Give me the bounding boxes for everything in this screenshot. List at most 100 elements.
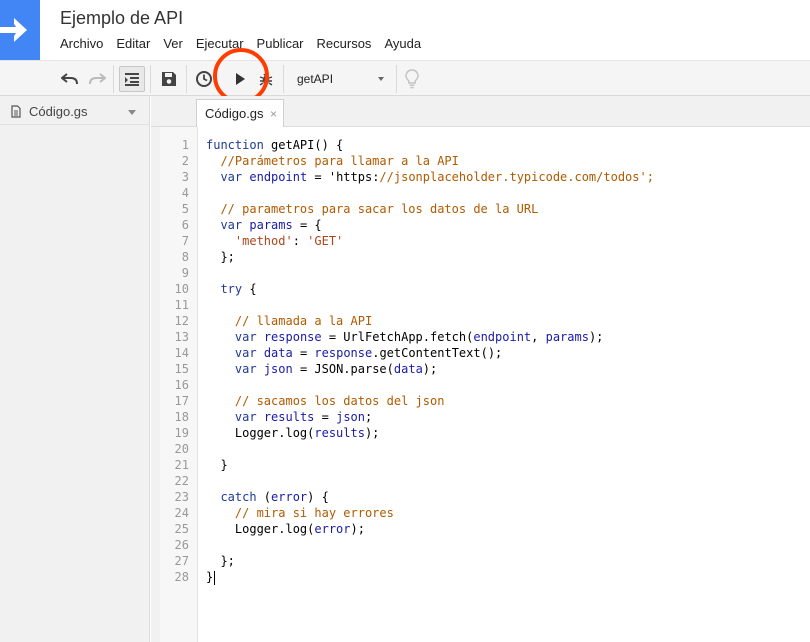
code-text[interactable]: // sacamos los datos del json xyxy=(206,393,445,409)
menu-ayuda[interactable]: Ayuda xyxy=(376,34,426,54)
clock-icon xyxy=(196,71,212,87)
project-title[interactable]: Ejemplo de API xyxy=(60,8,183,29)
code-text[interactable]: //Parámetros para llamar a la API xyxy=(206,153,458,169)
line-number: 21 xyxy=(174,458,189,472)
toolbar-divider xyxy=(283,65,284,93)
line-number: 24 xyxy=(174,506,189,520)
code-area[interactable]: 1 function getAPI() {2 //Parámetros para … xyxy=(160,137,810,585)
code-line[interactable]: 25 Logger.log(error); xyxy=(160,521,810,537)
code-line[interactable]: 6 var params = { xyxy=(160,217,810,233)
tab-label: Código.gs xyxy=(205,106,264,121)
code-line[interactable]: 10 try { xyxy=(160,281,810,297)
code-line[interactable]: 24 // mira si hay errores xyxy=(160,505,810,521)
code-text[interactable]: }; xyxy=(206,249,234,265)
line-number: 14 xyxy=(174,346,189,360)
line-number: 2 xyxy=(181,154,189,168)
code-line[interactable]: 1 function getAPI() { xyxy=(160,137,810,153)
code-text[interactable]: var json = JSON.parse(data); xyxy=(206,361,437,377)
code-text[interactable]: Logger.log(error); xyxy=(206,521,365,537)
menu-recursos[interactable]: Recursos xyxy=(309,34,377,54)
code-text[interactable]: Logger.log(results); xyxy=(206,425,380,441)
code-line[interactable]: 22 xyxy=(160,473,810,489)
undo-icon xyxy=(61,73,78,85)
chevron-down-icon xyxy=(378,77,384,81)
code-line[interactable]: 17 // sacamos los datos del json xyxy=(160,393,810,409)
code-text[interactable]: } xyxy=(206,569,216,585)
code-text[interactable]: var response = UrlFetchApp.fetch(endpoin… xyxy=(206,329,604,345)
debug-button[interactable] xyxy=(254,66,278,92)
code-text[interactable]: var results = json; xyxy=(206,409,372,425)
redo-icon xyxy=(89,73,106,85)
run-button[interactable] xyxy=(228,66,252,92)
function-select-value: getAPI xyxy=(297,72,334,86)
file-icon xyxy=(11,105,21,118)
code-text[interactable]: var params = { xyxy=(206,217,321,233)
code-text[interactable]: // llamada a la API xyxy=(206,313,372,329)
code-text[interactable]: function getAPI() { xyxy=(206,137,343,153)
code-text[interactable]: try { xyxy=(206,281,256,297)
code-line[interactable]: 13 var response = UrlFetchApp.fetch(endp… xyxy=(160,329,810,345)
code-line[interactable]: 18 var results = json; xyxy=(160,409,810,425)
auto-indent-button[interactable] xyxy=(119,66,145,92)
code-line[interactable]: 3 var endpoint = 'https://jsonplaceholde… xyxy=(160,169,810,185)
line-number: 22 xyxy=(174,474,189,488)
menu-publicar[interactable]: Publicar xyxy=(249,34,309,54)
triggers-button[interactable] xyxy=(192,66,216,92)
code-line[interactable]: 14 var data = response.getContentText(); xyxy=(160,345,810,361)
code-line[interactable]: 23 catch (error) { xyxy=(160,489,810,505)
code-text[interactable]: } xyxy=(206,457,227,473)
line-number: 18 xyxy=(174,410,189,424)
code-line[interactable]: 15 var json = JSON.parse(data); xyxy=(160,361,810,377)
code-line[interactable]: 8 }; xyxy=(160,249,810,265)
menu-editar[interactable]: Editar xyxy=(108,34,155,54)
tab-codigo-gs[interactable]: Código.gs × xyxy=(196,99,284,127)
menu-ejecutar[interactable]: Ejecutar xyxy=(188,34,249,54)
code-line[interactable]: 2 //Parámetros para llamar a la API xyxy=(160,153,810,169)
code-line[interactable]: 5 // parametros para sacar los datos de … xyxy=(160,201,810,217)
undo-button[interactable] xyxy=(58,66,82,92)
code-editor[interactable]: 1 function getAPI() {2 //Parámetros para … xyxy=(160,127,810,642)
code-text[interactable]: // parametros para sacar los datos de la… xyxy=(206,201,538,217)
line-number: 25 xyxy=(174,522,189,536)
code-line[interactable]: 27 }; xyxy=(160,553,810,569)
line-number: 17 xyxy=(174,394,189,408)
code-line[interactable]: 28} xyxy=(160,569,810,585)
code-line[interactable]: 7 'method': 'GET' xyxy=(160,233,810,249)
code-line[interactable]: 4 xyxy=(160,185,810,201)
line-number: 28 xyxy=(174,570,189,584)
menu-ver[interactable]: Ver xyxy=(155,34,188,54)
toolbar-divider xyxy=(396,65,397,93)
code-text[interactable]: var endpoint = 'https://jsonplaceholder.… xyxy=(206,169,654,185)
toolbar-divider xyxy=(150,65,151,93)
save-button[interactable] xyxy=(157,66,181,92)
line-number: 10 xyxy=(174,282,189,296)
suggestions-button[interactable] xyxy=(400,66,424,92)
arrow-right-icon xyxy=(0,18,27,42)
redo-button[interactable] xyxy=(85,66,109,92)
code-line[interactable]: 20 xyxy=(160,441,810,457)
editor-left-margin xyxy=(151,127,160,642)
file-name: Código.gs xyxy=(29,104,88,119)
code-line[interactable]: 11 xyxy=(160,297,810,313)
code-line[interactable]: 9 xyxy=(160,265,810,281)
bug-icon xyxy=(259,73,273,86)
toolbar-divider xyxy=(186,65,187,93)
code-line[interactable]: 21 } xyxy=(160,457,810,473)
close-icon[interactable]: × xyxy=(270,107,277,121)
code-text[interactable]: }; xyxy=(206,553,234,569)
code-line[interactable]: 16 xyxy=(160,377,810,393)
code-text[interactable]: var data = response.getContentText(); xyxy=(206,345,502,361)
file-menu-caret-icon[interactable] xyxy=(128,110,136,115)
line-number: 26 xyxy=(174,538,189,552)
apps-script-logo[interactable] xyxy=(0,0,40,60)
menu-bar: Archivo Editar Ver Ejecutar Publicar Rec… xyxy=(52,34,426,54)
code-line[interactable]: 26 xyxy=(160,537,810,553)
code-text[interactable]: catch (error) { xyxy=(206,489,328,505)
code-text[interactable]: 'method': 'GET' xyxy=(206,233,343,249)
code-text[interactable]: // mira si hay errores xyxy=(206,505,394,521)
function-select[interactable]: getAPI xyxy=(287,66,393,92)
menu-archivo[interactable]: Archivo xyxy=(52,34,108,54)
file-item[interactable]: Código.gs xyxy=(0,99,150,125)
code-line[interactable]: 12 // llamada a la API xyxy=(160,313,810,329)
code-line[interactable]: 19 Logger.log(results); xyxy=(160,425,810,441)
